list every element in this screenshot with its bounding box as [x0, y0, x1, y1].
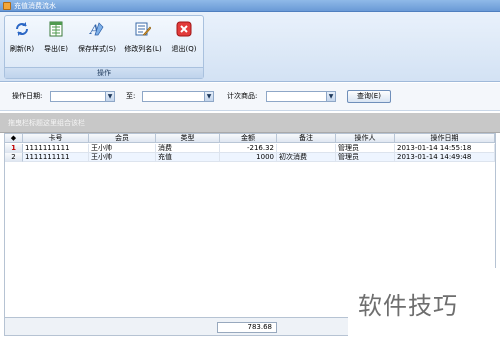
product-label: 计次商品: [227, 92, 258, 100]
cell-amount: -216.32 [220, 144, 277, 153]
title-bar: 充值消费流水 [0, 0, 500, 12]
watermark: 软件技巧 [348, 268, 500, 340]
cell-date: 2013-01-14 14:49:48 [395, 153, 495, 162]
save-style-button[interactable]: A 保存样式(S) [77, 20, 117, 54]
to-label: 至: [126, 92, 136, 100]
export-label: 导出(E) [44, 45, 68, 53]
export-icon [47, 20, 65, 38]
edit-columns-label: 修改列名(L) [124, 45, 162, 53]
table-row[interactable]: 1 1111111111 王小帅 消费 -216.32 管理员 2013-01-… [5, 144, 495, 153]
refresh-icon [13, 20, 31, 38]
column-header-member[interactable]: 会员 [89, 134, 156, 143]
app-icon [3, 2, 11, 10]
ribbon-group-label: 操作 [5, 67, 203, 78]
cell-type: 消费 [156, 144, 220, 153]
export-button[interactable]: 导出(E) [41, 20, 71, 54]
save-style-icon: A [88, 20, 106, 38]
product-combo[interactable]: ▼ [266, 91, 336, 102]
watermark-text: 软件技巧 [358, 292, 458, 320]
chevron-down-icon[interactable]: ▼ [326, 92, 335, 101]
ribbon-group-operations: 刷新(R) 导出(E) A 保存样式(S) 修改列名(L) 退出(Q) 操作 [4, 15, 204, 79]
edit-columns-icon [134, 20, 152, 38]
cell-member: 王小帅 [89, 153, 156, 162]
group-hint: 拖曳栏标题这里组合该栏 [8, 119, 85, 127]
group-by-area[interactable]: 拖曳栏标题这里组合该栏 [0, 113, 500, 133]
cell-card: 1111111111 [23, 153, 89, 162]
cell-note: 初次消费 [277, 153, 336, 162]
refresh-label: 刷新(R) [9, 45, 35, 53]
exit-label: 退出(Q) [171, 45, 197, 53]
cell-card: 1111111111 [23, 144, 89, 153]
date-label: 操作日期: [12, 92, 43, 100]
cell-note [277, 144, 336, 153]
save-style-label: 保存样式(S) [78, 45, 116, 53]
exit-icon [175, 20, 193, 38]
cell-member: 王小帅 [89, 144, 156, 153]
cell-date: 2013-01-14 14:55:18 [395, 144, 495, 153]
column-header-note[interactable]: 备注 [277, 134, 336, 143]
filter-bar: 操作日期: ▼ 至: ▼ 计次商品: ▼ 查询(E) [0, 83, 500, 111]
exit-button[interactable]: 退出(Q) [169, 20, 199, 54]
row-number: 1 [5, 144, 23, 153]
cell-operator: 管理员 [336, 153, 395, 162]
window-title: 充值消费流水 [14, 2, 56, 10]
row-number: 2 [5, 153, 23, 162]
column-header-card[interactable]: 卡号 [23, 134, 89, 143]
date-from-combo[interactable]: ▼ [50, 91, 115, 102]
chevron-down-icon[interactable]: ▼ [204, 92, 213, 101]
cell-operator: 管理员 [336, 144, 395, 153]
cell-amount: 1000 [220, 153, 277, 162]
column-header-amount[interactable]: 金额 [220, 134, 277, 143]
query-button[interactable]: 查询(E) [347, 90, 391, 103]
ribbon: 刷新(R) 导出(E) A 保存样式(S) 修改列名(L) 退出(Q) 操作 [0, 12, 500, 82]
amount-total: 783.68 [217, 322, 277, 333]
date-to-combo[interactable]: ▼ [142, 91, 214, 102]
table-row[interactable]: 2 1111111111 王小帅 充值 1000 初次消费 管理员 2013-0… [5, 153, 495, 162]
column-header-operator[interactable]: 操作人 [336, 134, 395, 143]
edit-columns-button[interactable]: 修改列名(L) [123, 20, 163, 54]
row-indicator-header: ◆ [5, 134, 23, 143]
cell-type: 充值 [156, 153, 220, 162]
chevron-down-icon[interactable]: ▼ [105, 92, 114, 101]
column-header-type[interactable]: 类型 [156, 134, 220, 143]
refresh-button[interactable]: 刷新(R) [7, 20, 37, 54]
column-header-date[interactable]: 操作日期 [395, 134, 495, 143]
